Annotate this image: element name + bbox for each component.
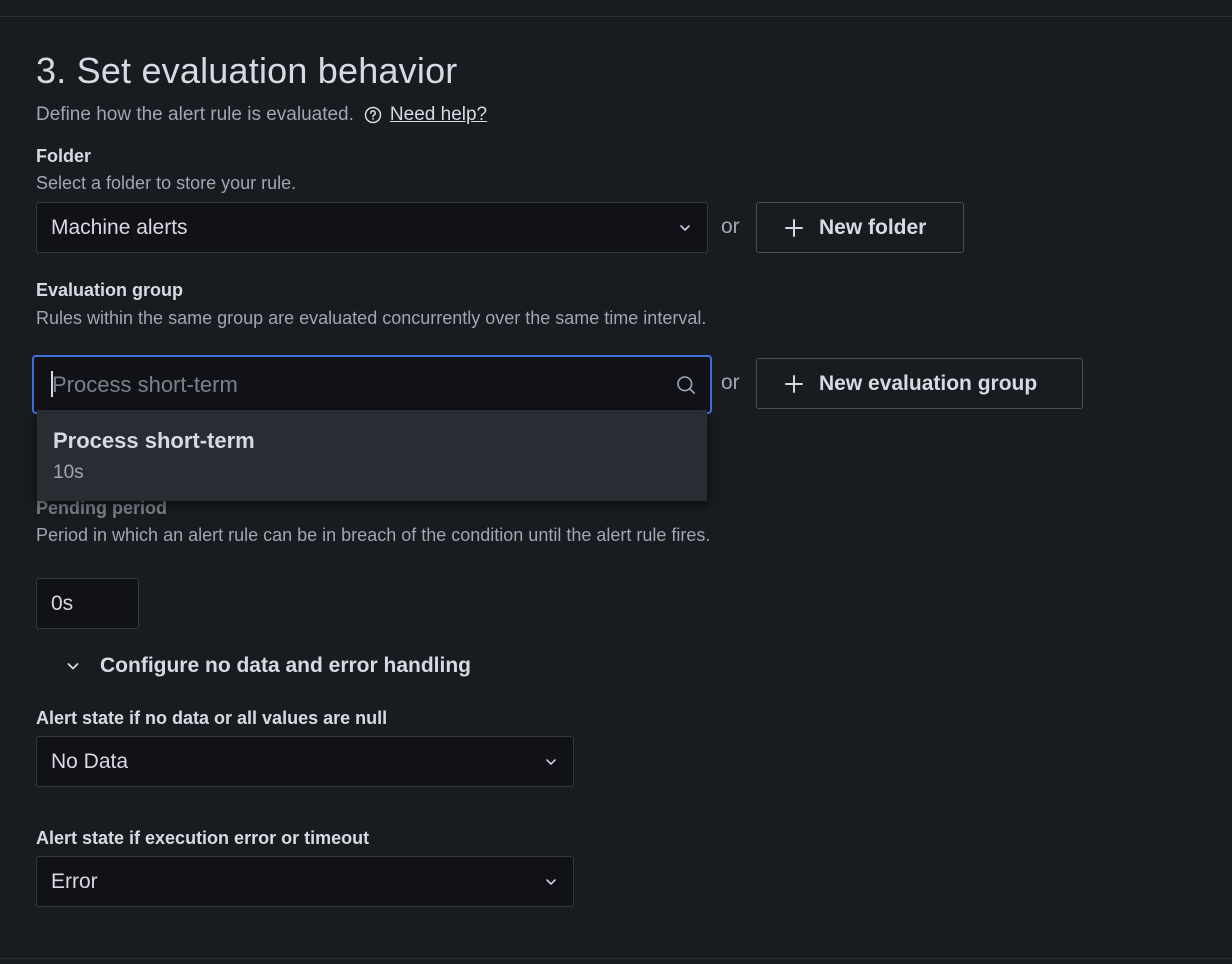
chevron-down-icon (677, 220, 693, 236)
option-interval: 10s (53, 462, 84, 483)
section-description: Define how the alert rule is evaluated. (36, 104, 354, 125)
need-help-link[interactable]: Need help? (390, 104, 487, 126)
error-state-value: Error (51, 869, 98, 893)
pending-period-input[interactable]: 0s (36, 578, 139, 629)
question-circle-icon (364, 106, 382, 124)
folder-selected-value: Machine alerts (51, 215, 188, 239)
evaluation-group-label: Evaluation group (36, 280, 184, 300)
pending-period-description: Period in which an alert rule can be in … (36, 525, 711, 545)
evaluation-group-search[interactable] (32, 355, 712, 414)
configure-no-data-toggle[interactable]: Configure no data and error handling (64, 654, 471, 678)
pending-period-value: 0s (51, 591, 74, 615)
chevron-down-icon (543, 754, 559, 770)
no-data-state-label: Alert state if no data or all values are… (36, 708, 388, 728)
option-name: Process short-term (53, 428, 255, 453)
section-title: 3. Set evaluation behavior (36, 50, 458, 91)
section-description-row: Define how the alert rule is evaluated. … (36, 104, 487, 126)
pending-period-label: Pending period (36, 498, 168, 518)
error-state-label: Alert state if execution error or timeou… (36, 828, 370, 848)
folder-select[interactable]: Machine alerts (36, 202, 708, 253)
folder-description: Select a folder to store your rule. (36, 173, 297, 193)
folder-or-text: or (721, 215, 740, 238)
evaluation-group-description: Rules within the same group are evaluate… (36, 308, 707, 328)
bottom-divider (0, 958, 1232, 959)
no-data-state-value: No Data (51, 749, 129, 773)
search-icon (676, 375, 696, 395)
configure-no-data-label: Configure no data and error handling (100, 654, 472, 677)
top-divider (0, 16, 1232, 17)
evaluation-behavior-page: 3. Set evaluation behavior Define how th… (0, 0, 1232, 964)
evaluation-group-or-text: or (721, 371, 740, 394)
new-folder-label: New folder (819, 215, 927, 239)
new-folder-button[interactable]: New folder (756, 202, 964, 253)
plus-icon (783, 217, 805, 239)
chevron-down-icon (64, 657, 82, 675)
new-evaluation-group-button[interactable]: New evaluation group (756, 358, 1083, 409)
no-data-state-select[interactable]: No Data (36, 736, 574, 787)
folder-label: Folder (36, 146, 92, 166)
evaluation-group-dropdown: Process short-term 10s (37, 410, 707, 501)
chevron-down-icon (543, 874, 559, 890)
plus-icon (783, 373, 805, 395)
new-evaluation-group-label: New evaluation group (819, 371, 1038, 395)
error-state-select[interactable]: Error (36, 856, 574, 907)
dropdown-option[interactable]: Process short-term 10s (37, 410, 707, 484)
text-caret (51, 371, 53, 397)
evaluation-group-search-input[interactable] (50, 370, 676, 399)
